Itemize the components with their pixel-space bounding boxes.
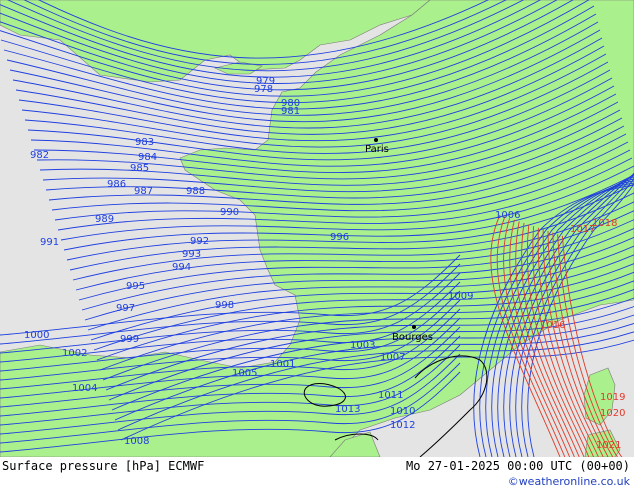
city-marker-icon	[374, 138, 378, 142]
isobar-label: 979	[256, 76, 275, 87]
isobar-label: 981	[281, 106, 300, 117]
isobar-label: 1002	[62, 348, 87, 359]
city-label-paris: Paris	[365, 144, 389, 155]
isobar-label: 989	[95, 214, 114, 225]
isobar-label: 994	[172, 262, 191, 273]
isobar-label: 999	[120, 334, 139, 345]
footer-bar: Surface pressure [hPa] ECMWF Mo 27-01-20…	[0, 457, 634, 490]
isobar-label: 1006	[495, 210, 520, 221]
isobar-label: 1004	[72, 383, 97, 394]
isobar-label: 995	[126, 281, 145, 292]
isobar-label: 993	[182, 249, 201, 260]
map-title: Surface pressure [hPa] ECMWF	[2, 459, 205, 473]
isobar-label: 1020	[600, 408, 625, 419]
isobar-label: 1021	[596, 440, 621, 451]
isobar-label: 998	[215, 300, 234, 311]
isobar-label: 987	[134, 186, 153, 197]
isobar-label: 1018	[592, 218, 617, 229]
map-canvas: 978979980981982983984985986987 9889899909…	[0, 0, 634, 457]
pressure-map: 978 979 980 981 982 983 984 985 986 987 988 989 990 9…	[0, 0, 634, 457]
isobar-label: 1013	[335, 404, 360, 415]
isobar-label: 1003	[350, 340, 375, 351]
isobar-label: 1000	[24, 330, 49, 341]
isobar-label: 1005	[232, 368, 257, 379]
isobar-label: 1001	[270, 359, 295, 370]
isobar-label: 992	[190, 236, 209, 247]
credit-link[interactable]: ©weatheronline.co.uk	[508, 475, 630, 488]
isobar-label: 1009	[448, 291, 473, 302]
isobar-label: 996	[330, 232, 349, 243]
isobar-label: 1010	[390, 406, 415, 417]
isobar-label: 1012	[390, 420, 415, 431]
isobar-label: 1019	[600, 392, 625, 403]
isobar-label: 1007	[380, 352, 405, 363]
isobar-label: 1011	[378, 390, 403, 401]
isobar-label: 997	[116, 303, 135, 314]
isobar-label: 990	[220, 207, 239, 218]
isobar-label: 991	[40, 237, 59, 248]
city-label-bourges: Bourges	[392, 332, 433, 343]
isobar-label: 988	[186, 186, 205, 197]
isobar-label: 986	[107, 179, 126, 190]
isobar-label: 982	[30, 150, 49, 161]
isobar-label: 985	[130, 163, 149, 174]
isobar-label: 1008	[124, 436, 149, 447]
map-timestamp: Mo 27-01-2025 00:00 UTC (00+00)	[406, 459, 630, 473]
isobar-label: 983	[135, 137, 154, 148]
isobar-label: 984	[138, 152, 157, 163]
isobar-label: 1016	[540, 320, 565, 331]
city-marker-icon	[412, 325, 416, 329]
